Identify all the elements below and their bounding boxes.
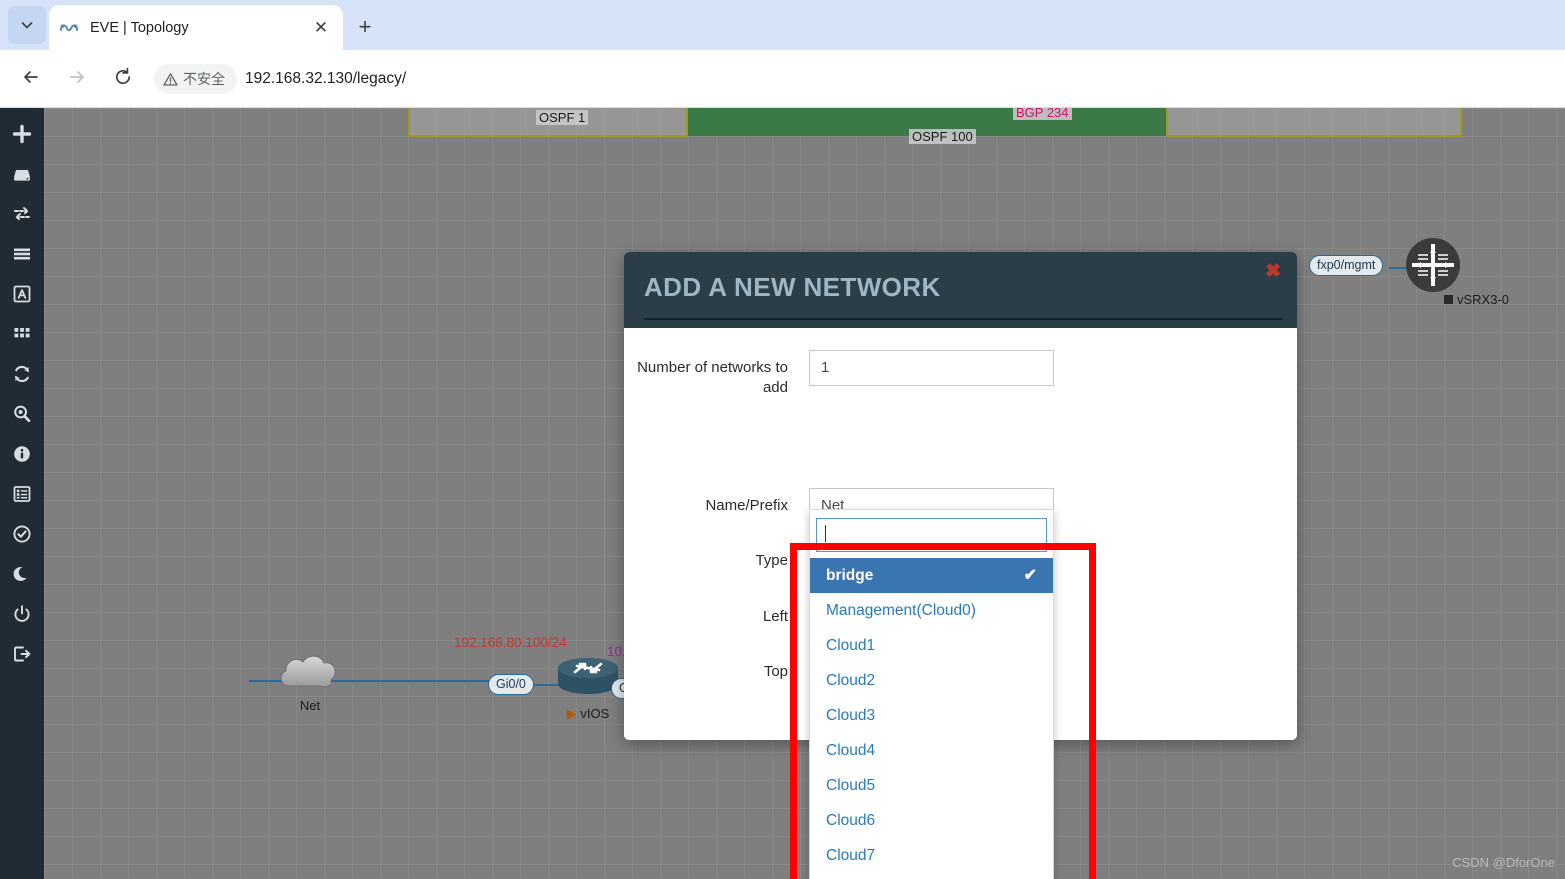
sidebar-item-more-actions[interactable]	[0, 314, 44, 354]
network-type-dropdown[interactable]: bridge ✔ Management(Cloud0) Cloud1 Cloud…	[809, 509, 1054, 879]
interface-label[interactable]: Gi0/0	[488, 674, 534, 695]
plus-icon	[12, 124, 32, 144]
security-badge[interactable]: 不安全	[154, 64, 237, 94]
back-button[interactable]	[14, 62, 48, 96]
layers-icon	[12, 244, 32, 264]
power-icon	[12, 604, 32, 624]
arrow-right-icon	[67, 67, 87, 92]
arrow-left-icon	[21, 67, 41, 92]
moon-icon	[12, 564, 32, 584]
eve-logo-icon	[59, 18, 79, 38]
topology-node-label: vSRX3-0	[1457, 292, 1510, 307]
sidebar-item-nodes[interactable]	[0, 154, 44, 194]
magnify-icon	[12, 404, 32, 424]
chevron-down-icon	[20, 18, 34, 32]
sidebar-item-dark-mode[interactable]	[0, 554, 44, 594]
check-circle-icon	[12, 524, 32, 544]
grid-icon	[12, 324, 32, 344]
watermark: CSDN @DforOne	[1452, 855, 1555, 870]
networks-count-input[interactable]: 1	[809, 350, 1054, 386]
sidebar-item-add-object[interactable]	[0, 114, 44, 154]
interface-label[interactable]: fxp0/mgmt	[1309, 255, 1384, 276]
form-label-type: Type	[755, 552, 788, 569]
form-label-count: Number of networks to add	[637, 359, 788, 396]
eve-application: OSPF 1 OSPF 100 BGP 234 Net ▶ vIOS vSRX3…	[0, 108, 1565, 879]
dropdown-option[interactable]: Cloud2	[810, 663, 1053, 698]
forward-button[interactable]	[60, 62, 94, 96]
form-label-left: Left	[762, 608, 788, 625]
sidebar-item-status[interactable]	[0, 434, 44, 474]
topology-zone	[1166, 108, 1462, 137]
node-status-square	[1444, 295, 1453, 304]
dropdown-option[interactable]: Cloud3	[810, 698, 1053, 733]
dropdown-option[interactable]: Cloud4	[810, 733, 1053, 768]
sidebar-item-logs[interactable]	[0, 474, 44, 514]
sidebar-item-text-objects[interactable]	[0, 274, 44, 314]
exchange-icon	[12, 204, 32, 224]
server-icon	[12, 164, 32, 184]
dropdown-option[interactable]: Cloud5	[810, 768, 1053, 803]
sidebar-item-logout[interactable]	[0, 634, 44, 674]
sidebar-item-lab-details[interactable]	[0, 514, 44, 554]
zone-label: OSPF 1	[536, 110, 589, 125]
text-a-icon	[12, 284, 32, 304]
sidebar-item-refresh-topology[interactable]	[0, 354, 44, 394]
zone-label: BGP 234	[1013, 108, 1072, 120]
dropdown-option[interactable]: bridge ✔	[810, 558, 1053, 593]
tab-bar: EVE | Topology ✕ +	[0, 0, 1565, 50]
sidebar-item-zoom[interactable]	[0, 394, 44, 434]
left-sidebar	[0, 108, 44, 879]
url-text: 192.168.32.130/legacy/	[245, 70, 407, 87]
browser-toolbar: 不安全 192.168.32.130/legacy/	[0, 50, 1565, 108]
modal-title-divider	[644, 318, 1283, 320]
dropdown-search-wrap	[810, 510, 1053, 558]
zone-label: OSPF 100	[909, 129, 976, 144]
logout-icon	[12, 644, 32, 664]
close-icon[interactable]: ✖	[1265, 262, 1281, 281]
dropdown-option-label: bridge	[826, 567, 874, 584]
dropdown-search-input[interactable]	[816, 518, 1047, 552]
modal-header: ADD A NEW NETWORK ✖	[624, 252, 1297, 328]
dropdown-option[interactable]: Cloud1	[810, 628, 1053, 663]
form-label-name: Name/Prefix	[705, 497, 788, 514]
security-label: 不安全	[183, 71, 225, 87]
sidebar-item-power-off[interactable]	[0, 594, 44, 634]
dropdown-option[interactable]: Cloud8	[810, 873, 1053, 879]
text-caret	[825, 525, 826, 542]
warning-triangle-icon	[163, 72, 178, 87]
reload-button[interactable]	[106, 62, 140, 96]
dropdown-option[interactable]: Management(Cloud0)	[810, 593, 1053, 628]
form-label-top: Top	[763, 663, 788, 680]
list-icon	[12, 484, 32, 504]
topology-node-label: ▶ vIOS	[566, 706, 610, 721]
new-tab-button[interactable]: +	[350, 12, 380, 42]
tab-search-button[interactable]	[8, 6, 46, 44]
info-circle-icon	[12, 444, 32, 464]
browser-tab[interactable]: EVE | Topology ✕	[49, 5, 343, 50]
browser-window: EVE | Topology ✕ + 不安全 192.168.32.130/le…	[0, 0, 1565, 879]
topology-node-label: Net	[299, 698, 321, 713]
address-bar[interactable]: 不安全 192.168.32.130/legacy/	[154, 61, 1549, 97]
dropdown-option[interactable]: Cloud6	[810, 803, 1053, 838]
tab-title: EVE | Topology	[90, 19, 189, 36]
topology-node-firewall[interactable]	[1405, 237, 1461, 293]
ip-annotation: 192.168.80.100/24	[454, 635, 567, 650]
form-row-count: Number of networks to add 1	[624, 350, 1297, 398]
close-icon[interactable]: ✕	[309, 16, 333, 40]
reload-icon	[113, 67, 133, 92]
modal-title: ADD A NEW NETWORK	[644, 272, 941, 302]
topology-node-net[interactable]	[275, 652, 345, 694]
dropdown-option[interactable]: Cloud7	[810, 838, 1053, 873]
sidebar-item-networks[interactable]	[0, 194, 44, 234]
dropdown-option-list: bridge ✔ Management(Cloud0) Cloud1 Cloud…	[810, 558, 1053, 879]
check-icon: ✔	[1023, 567, 1037, 584]
sidebar-item-startup-configs[interactable]	[0, 234, 44, 274]
play-icon: ▶	[566, 706, 577, 721]
refresh-icon	[12, 364, 32, 384]
